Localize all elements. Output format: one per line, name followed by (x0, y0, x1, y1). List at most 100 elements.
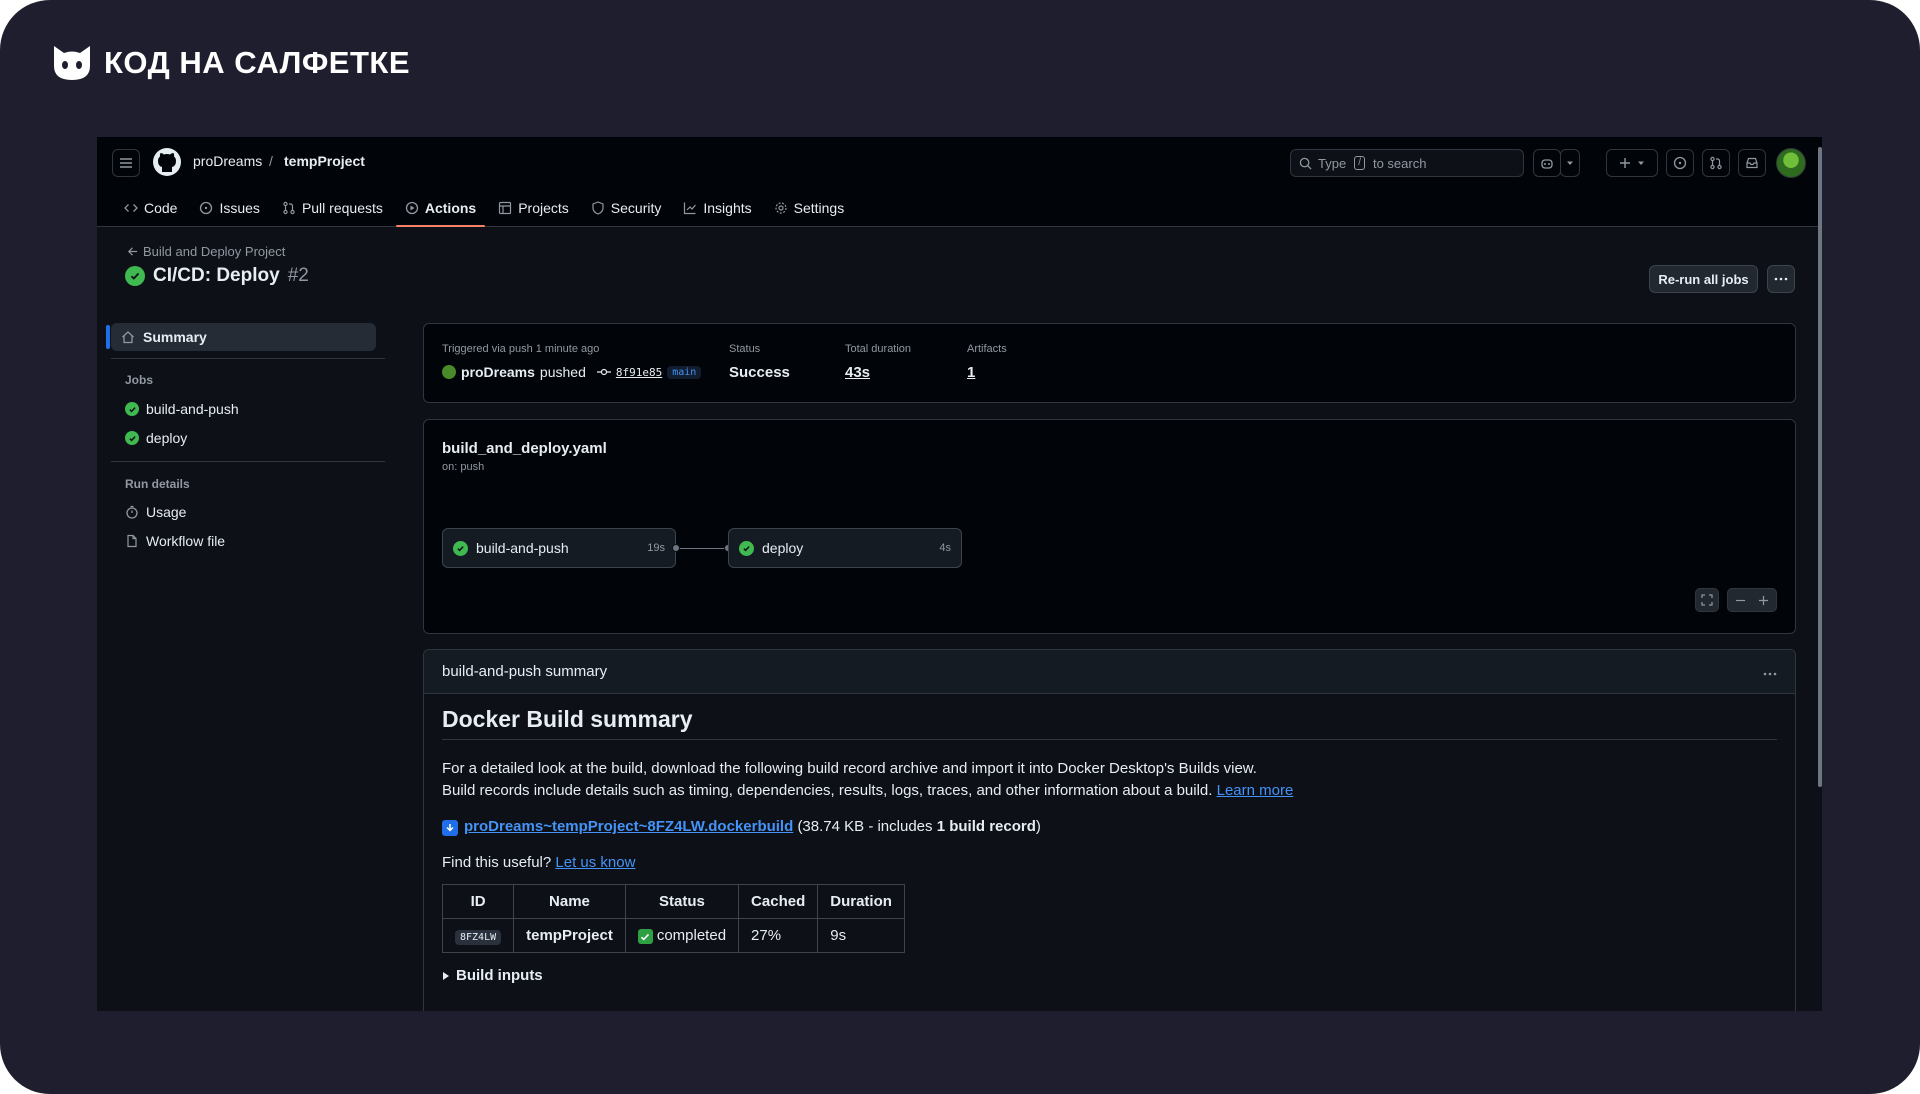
graph-job-build-and-push[interactable]: build-and-push 19s (442, 528, 676, 568)
breadcrumb-separator: / (269, 153, 273, 169)
tab-issues[interactable]: Issues (188, 193, 270, 223)
rerun-all-jobs-button[interactable]: Re-run all jobs (1649, 265, 1758, 293)
repo-nav-tabs: Code Issues Pull requests Actions Projec… (113, 193, 855, 227)
let-us-know-link[interactable]: Let us know (555, 854, 635, 871)
build-inputs-toggle[interactable]: Build inputs (442, 967, 1777, 984)
tab-settings[interactable]: Settings (763, 193, 856, 223)
inbox-button[interactable] (1738, 149, 1766, 177)
cell-duration: 9s (817, 918, 905, 953)
check-mark-icon (637, 929, 653, 945)
git-commit-icon (596, 368, 611, 376)
pull-requests-button[interactable] (1702, 149, 1730, 177)
github-logo-icon[interactable] (152, 147, 182, 177)
sidebar-item-usage[interactable]: Usage (125, 504, 186, 520)
build-id-badge: 8FZ4LW (455, 930, 502, 945)
sidebar-divider (111, 461, 385, 462)
breadcrumb-owner[interactable]: proDreams (193, 153, 262, 169)
tab-code[interactable]: Code (113, 193, 188, 223)
learn-more-link[interactable]: Learn more (1217, 782, 1294, 799)
issues-button[interactable] (1666, 149, 1694, 177)
kebab-horizontal-icon (1763, 672, 1777, 675)
summary-line-2: Build records include details such as ti… (442, 782, 1213, 799)
push-info: proDreams pushed 8f91e85 main (442, 364, 702, 380)
fullscreen-icon (1701, 594, 1713, 606)
tab-pull-requests-label: Pull requests (301, 200, 383, 216)
search-shortcut-key: / (1354, 156, 1365, 170)
tab-security[interactable]: Security (580, 193, 673, 223)
sidebar-job-label: deploy (146, 430, 188, 446)
sidebar-job-build-and-push[interactable]: build-and-push (125, 401, 239, 417)
sidebar-job-label: build-and-push (146, 401, 239, 417)
cell-id: 8FZ4LW (441, 918, 515, 953)
sidebar-item-summary[interactable]: Summary (106, 323, 376, 351)
zoom-controls (1727, 588, 1777, 612)
graph-job-deploy[interactable]: deploy 4s (728, 528, 962, 568)
search-input[interactable]: Type / to search (1290, 149, 1524, 177)
download-info-suffix: ) (1035, 818, 1041, 835)
run-more-options-button[interactable] (1767, 265, 1795, 293)
tab-pull-requests[interactable]: Pull requests (271, 193, 394, 223)
plus-icon (1620, 158, 1630, 168)
cell-cached: 27% (738, 918, 819, 953)
zoom-out-icon[interactable] (1735, 595, 1746, 606)
brand-name: КОД НА САЛФЕТКЕ (104, 45, 411, 80)
shield-icon (592, 201, 604, 215)
user-avatar[interactable] (1776, 148, 1806, 178)
table-header-status: Status (624, 884, 740, 919)
tab-actions[interactable]: Actions (394, 193, 487, 227)
issue-icon (1673, 156, 1687, 170)
total-duration-value[interactable]: 43s (845, 364, 870, 381)
fullscreen-button[interactable] (1695, 588, 1719, 612)
inbox-icon (1746, 157, 1758, 169)
copilot-dropdown-button[interactable] (1560, 149, 1580, 177)
dockerbuild-download-link[interactable]: proDreams~tempProject~8FZ4LW.dockerbuild (464, 818, 793, 835)
artifacts-label: Artifacts (967, 343, 1007, 355)
run-meta-card: Triggered via push 1 minute ago proDream… (423, 323, 1796, 403)
pull-request-icon (283, 201, 295, 215)
graph-icon (684, 202, 697, 215)
code-icon (124, 204, 138, 212)
push-action: pushed (539, 364, 586, 380)
branch-label[interactable]: main (667, 365, 702, 379)
download-arrow-icon (442, 820, 458, 836)
status-label: Status (729, 343, 761, 355)
sidebar-job-deploy[interactable]: deploy (125, 430, 187, 446)
sidebar-item-workflow-file[interactable]: Workflow file (125, 533, 225, 549)
download-info-bold: 1 build record (936, 818, 1036, 835)
tab-code-label: Code (144, 200, 178, 216)
success-check-icon (125, 431, 139, 445)
back-link-label: Build and Deploy Project (143, 244, 286, 259)
create-new-button[interactable] (1606, 149, 1658, 177)
commit-sha-link[interactable]: 8f91e85 (616, 366, 662, 379)
zoom-in-icon[interactable] (1758, 595, 1769, 606)
back-to-workflow-link[interactable]: Build and Deploy Project (127, 244, 285, 259)
gear-icon (775, 202, 787, 214)
tab-insights[interactable]: Insights (672, 193, 762, 223)
hamburger-icon (120, 158, 132, 168)
menu-button[interactable] (112, 149, 140, 177)
actor-name[interactable]: proDreams (461, 364, 535, 380)
success-check-icon (125, 266, 145, 286)
build-table: ID Name Status Cached Duration 8FZ4LW te… (441, 884, 905, 953)
sidebar-workflow-file-label: Workflow file (146, 533, 226, 549)
artifacts-count[interactable]: 1 (967, 364, 975, 381)
total-duration-label: Total duration (845, 343, 912, 355)
summary-title: Docker Build summary (442, 706, 1777, 740)
tab-actions-label: Actions (424, 200, 477, 216)
page-title: CI/CD: Deploy #2 (125, 265, 309, 287)
cell-status: completed (624, 918, 740, 953)
table-icon (499, 201, 512, 215)
actor-avatar (442, 365, 456, 379)
feedback-question: Find this useful? (442, 854, 552, 871)
summary-more-button[interactable] (1763, 663, 1777, 681)
success-check-icon (453, 540, 468, 556)
page-scrollbar[interactable] (1818, 147, 1822, 787)
tab-projects[interactable]: Projects (487, 193, 580, 223)
sidebar-divider (111, 358, 385, 359)
tab-insights-label: Insights (703, 200, 752, 216)
breadcrumb-repo[interactable]: tempProject (284, 153, 365, 169)
copilot-button[interactable] (1533, 149, 1561, 177)
job-connector-line (676, 548, 728, 549)
home-icon (122, 331, 134, 344)
kebab-horizontal-icon (1774, 277, 1788, 281)
